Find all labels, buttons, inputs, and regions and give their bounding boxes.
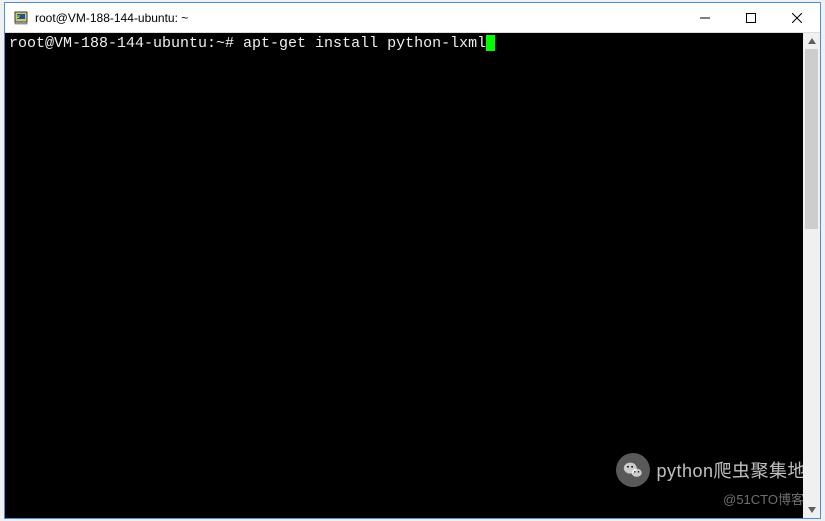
close-icon xyxy=(792,13,802,23)
maximize-button[interactable] xyxy=(728,3,774,32)
minimize-button[interactable] xyxy=(682,3,728,32)
vertical-scrollbar[interactable] xyxy=(803,33,820,518)
terminal-window: root@VM-188-144-ubuntu: ~ root@VM-188-1 xyxy=(4,2,821,519)
cursor-block xyxy=(486,35,495,51)
putty-icon xyxy=(13,10,29,26)
terminal-output[interactable]: root@VM-188-144-ubuntu:~# apt-get instal… xyxy=(5,33,803,518)
chevron-down-icon xyxy=(808,507,816,513)
chevron-up-icon xyxy=(808,38,816,44)
prompt: root@VM-188-144-ubuntu:~# xyxy=(9,35,243,52)
minimize-icon xyxy=(700,13,710,23)
scroll-up-button[interactable] xyxy=(803,33,820,49)
close-button[interactable] xyxy=(774,3,820,32)
titlebar[interactable]: root@VM-188-144-ubuntu: ~ xyxy=(5,3,820,33)
scroll-thumb[interactable] xyxy=(805,49,818,229)
window-controls xyxy=(682,3,820,32)
terminal-area: root@VM-188-144-ubuntu:~# apt-get instal… xyxy=(5,33,820,518)
scroll-down-button[interactable] xyxy=(803,502,820,518)
window-title: root@VM-188-144-ubuntu: ~ xyxy=(35,11,682,25)
maximize-icon xyxy=(746,13,756,23)
command-input[interactable]: apt-get install python-lxml xyxy=(243,35,486,52)
